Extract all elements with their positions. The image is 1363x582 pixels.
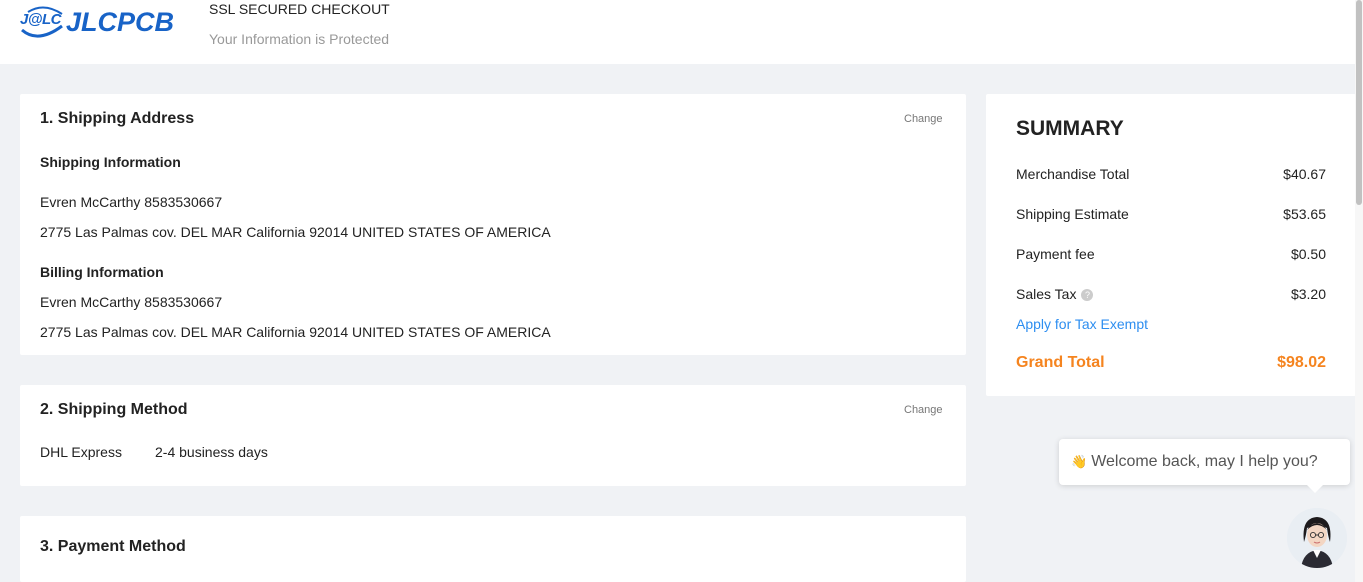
merchandise-total-label: Merchandise Total (1016, 166, 1130, 182)
sales-tax-value: $3.20 (1290, 286, 1326, 302)
grand-total-label: Grand Total (1016, 354, 1105, 371)
chat-bubble-tail (1307, 485, 1323, 493)
page-scrollbar-thumb[interactable] (1356, 0, 1362, 205)
merchandise-total-value: $40.67 (1283, 166, 1326, 182)
help-icon[interactable]: ? (1081, 289, 1094, 301)
chat-message: Welcome back, may I help you? (1091, 453, 1318, 470)
logo-wordmark: JLCPCB (66, 6, 175, 37)
billing-information-title: Billing Information (40, 264, 164, 280)
shipping-address-card: 1. Shipping Address Change Shipping Info… (20, 94, 966, 355)
payment-method-card: 3. Payment Method (20, 516, 966, 582)
chat-greeting-bubble[interactable]: 👋 Welcome back, may I help you? (1059, 439, 1350, 493)
merchandise-total-row: Merchandise Total $40.67 (1016, 166, 1326, 186)
payment-method-title: 3. Payment Method (40, 538, 186, 555)
shipping-estimate-label: Shipping Estimate (1016, 206, 1129, 222)
billing-address-line: 2775 Las Palmas cov. DEL MAR California … (40, 324, 551, 340)
chat-greeting: 👋 Welcome back, may I help you? (1071, 453, 1318, 471)
support-agent-avatar-icon[interactable] (1287, 508, 1347, 568)
shipping-carrier: DHL Express (40, 444, 122, 460)
billing-name-phone: Evren McCarthy 8583530667 (40, 294, 223, 310)
shipping-information-title: Shipping Information (40, 154, 181, 170)
sales-tax-label: Sales Tax (1016, 286, 1077, 302)
ssl-secured-subtitle: Your Information is Protected (209, 31, 390, 47)
shipping-method-title: 2. Shipping Method (40, 401, 188, 418)
apply-tax-exempt-link[interactable]: Apply for Tax Exempt (1016, 316, 1148, 332)
ssl-secured-title: SSL SECURED CHECKOUT (209, 1, 390, 17)
order-summary-card: SUMMARY Merchandise Total $40.67 Shippin… (986, 94, 1356, 396)
change-shipping-address-link[interactable]: Change (904, 113, 943, 125)
shipping-address-line: 2775 Las Palmas cov. DEL MAR California … (40, 224, 551, 240)
shipping-address-title: 1. Shipping Address (40, 110, 195, 127)
jlcpcb-logo[interactable]: J@LC JLCPCB (18, 2, 174, 42)
payment-fee-value: $0.50 (1290, 246, 1326, 262)
summary-title: SUMMARY (1016, 117, 1124, 140)
delivery-time: 2-4 business days (155, 444, 268, 460)
jlc-logo-mark: J@LC (18, 4, 66, 40)
shipping-estimate-value: $53.65 (1283, 206, 1326, 222)
shipping-name-phone: Evren McCarthy 8583530667 (40, 194, 223, 210)
payment-fee-row: Payment fee $0.50 (1016, 246, 1326, 266)
waving-hand-icon: 👋 (1071, 454, 1088, 469)
payment-fee-label: Payment fee (1016, 246, 1095, 262)
sales-tax-label-wrap: Sales Tax ? (1016, 286, 1094, 302)
top-header: J@LC JLCPCB SSL SECURED CHECKOUT Your In… (0, 0, 1355, 64)
shipping-estimate-row: Shipping Estimate $53.65 (1016, 206, 1326, 226)
sales-tax-row: Sales Tax ? $3.20 (1016, 286, 1326, 306)
change-shipping-method-link[interactable]: Change (904, 404, 943, 416)
shipping-method-card: 2. Shipping Method Change DHL Express 2-… (20, 385, 966, 486)
grand-total-value: $98.02 (1277, 354, 1326, 371)
